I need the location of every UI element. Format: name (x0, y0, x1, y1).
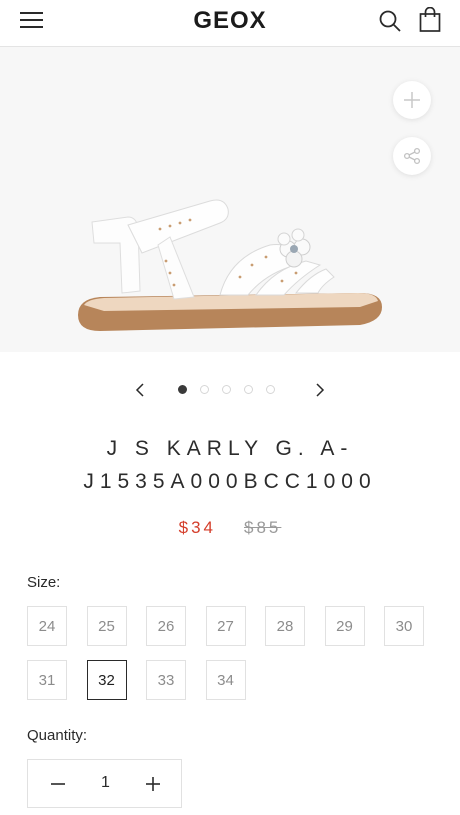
product-price: $34 $85 (0, 518, 460, 538)
search-icon[interactable] (378, 9, 402, 33)
quantity-label: Quantity: (27, 727, 88, 744)
size-option-31[interactable]: 31 (27, 660, 67, 700)
share-button[interactable] (393, 137, 431, 175)
minus-icon[interactable] (48, 774, 68, 794)
plus-icon[interactable] (143, 774, 163, 794)
size-option-34[interactable]: 34 (205, 660, 246, 700)
slide-indicators (178, 385, 275, 394)
size-label: Size: (27, 574, 61, 591)
shopping-bag-icon[interactable] (418, 6, 442, 33)
product-image-gallery[interactable] (0, 47, 460, 352)
slide-dot[interactable] (244, 385, 253, 394)
zoom-button[interactable] (393, 81, 431, 119)
product-image (78, 199, 382, 331)
size-option-27[interactable]: 27 (205, 606, 246, 646)
slide-dot[interactable] (266, 385, 275, 394)
sale-price: $34 (178, 518, 216, 537)
share-icon (403, 147, 421, 165)
chevron-right-icon[interactable] (309, 380, 329, 400)
gallery-pager (0, 378, 460, 402)
slide-dot[interactable] (200, 385, 209, 394)
size-option-29[interactable]: 29 (324, 606, 365, 646)
quantity-stepper (27, 759, 182, 808)
quantity-input[interactable] (83, 774, 128, 792)
size-option-24[interactable]: 24 (27, 606, 67, 646)
size-option-32[interactable]: 32 (86, 660, 127, 700)
plus-icon (404, 92, 420, 108)
size-option-33[interactable]: 33 (146, 660, 186, 700)
slide-dot[interactable] (178, 385, 187, 394)
product-title: J S KARLY G. A-J1535A000BCC1000 (83, 437, 377, 493)
slide-dot[interactable] (222, 385, 231, 394)
chevron-left-icon[interactable] (131, 380, 151, 400)
size-option-25[interactable]: 25 (86, 606, 127, 646)
site-header: GEOX (0, 0, 460, 47)
size-option-26[interactable]: 26 (146, 606, 186, 646)
size-option-30[interactable]: 30 (384, 606, 424, 646)
original-price: $85 (244, 518, 282, 537)
size-option-28[interactable]: 28 (265, 606, 305, 646)
